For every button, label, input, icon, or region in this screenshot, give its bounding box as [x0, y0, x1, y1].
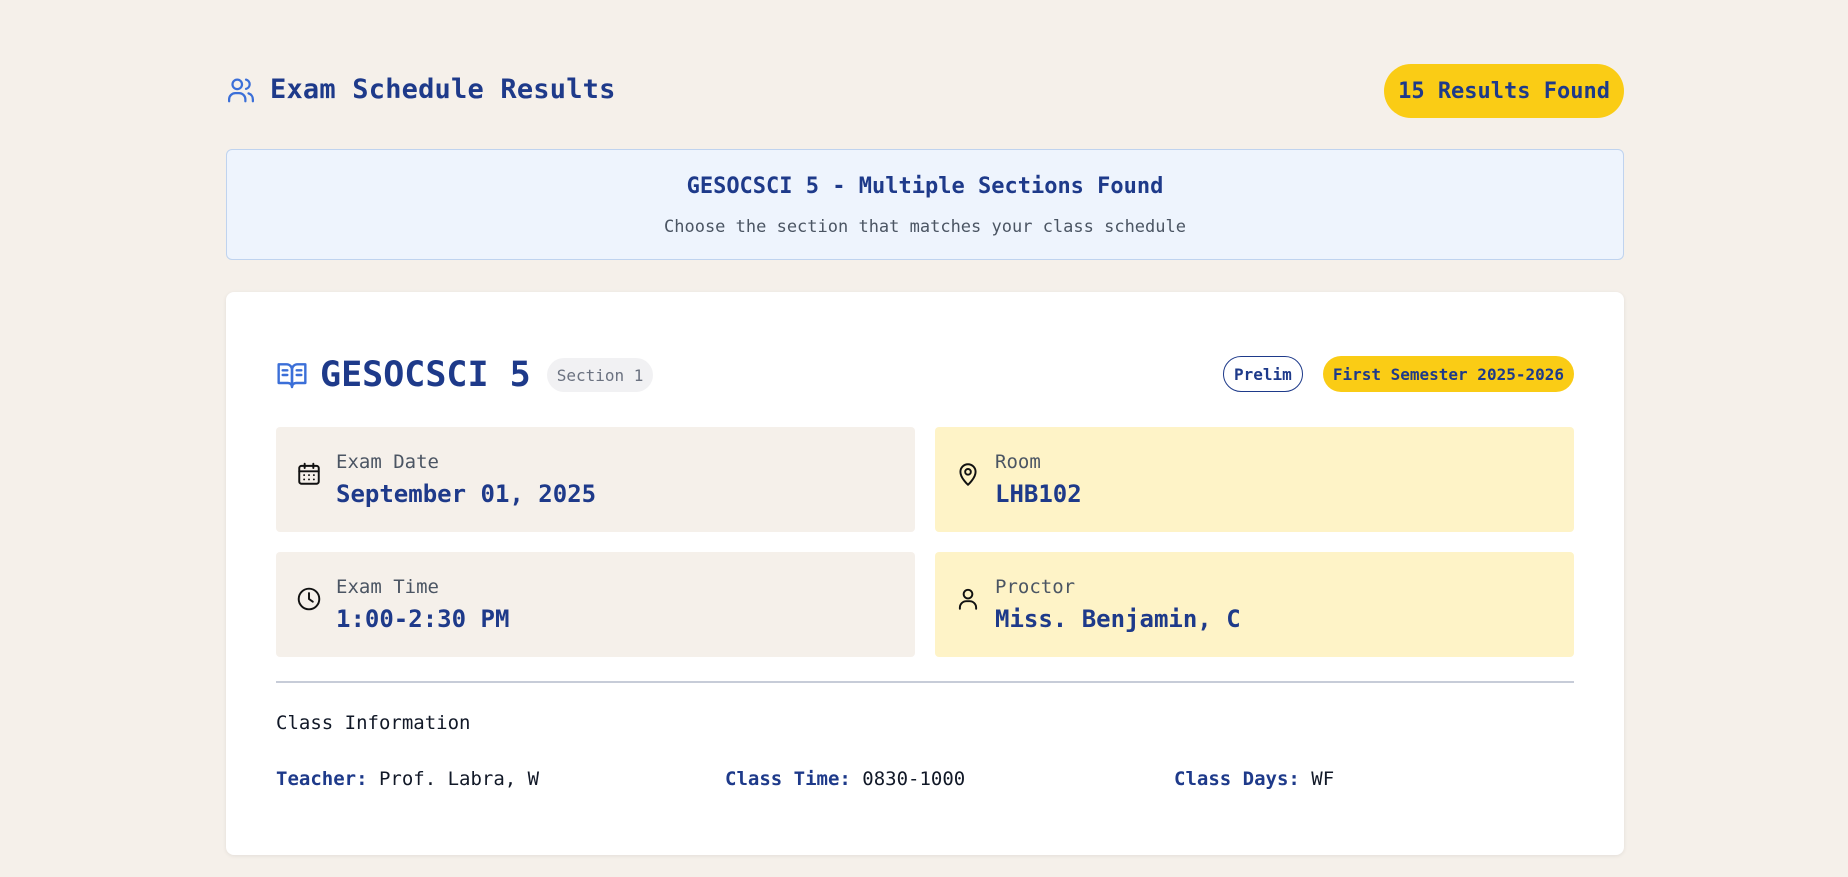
- teacher-value: Prof. Labra, W: [378, 768, 540, 790]
- teacher-label: Teacher:: [276, 768, 368, 790]
- exam-badges: Prelim First Semester 2025-2026: [1223, 356, 1574, 392]
- exam-date-value: September 01, 2025: [336, 480, 597, 508]
- proctor-box: Proctor Miss. Benjamin, C: [935, 552, 1574, 657]
- notice-subtitle: Choose the section that matches your cla…: [664, 217, 1186, 237]
- users-icon: [226, 75, 256, 105]
- course-code: GESOCSCI 5: [320, 355, 531, 395]
- proctor-value: Miss. Benjamin, C: [995, 605, 1241, 633]
- class-time-field: Class Time: 0830-1000: [725, 768, 965, 790]
- page-header: Exam Schedule Results 15 Results Found: [226, 64, 1624, 118]
- notice-title: GESOCSCI 5 - Multiple Sections Found: [686, 174, 1164, 199]
- exam-card: GESOCSCI 5 Section 1 Prelim First Semest…: [226, 292, 1624, 855]
- exam-date-label: Exam Date: [336, 451, 439, 473]
- class-days-field: Class Days: WF: [1174, 768, 1334, 790]
- user-icon: [955, 586, 981, 612]
- class-days-label: Class Days:: [1174, 768, 1300, 790]
- room-value: LHB102: [995, 480, 1082, 508]
- proctor-label: Proctor: [995, 576, 1076, 598]
- results-count-badge: 15 Results Found: [1384, 64, 1624, 118]
- header-left: Exam Schedule Results: [226, 74, 616, 105]
- page-title: Exam Schedule Results: [270, 74, 616, 105]
- divider: [276, 681, 1574, 683]
- exam-date-box: Exam Date September 01, 2025: [276, 427, 915, 532]
- exam-time-label: Exam Time: [336, 576, 439, 598]
- semester-badge: First Semester 2025-2026: [1322, 356, 1574, 392]
- exam-type-badge: Prelim: [1223, 356, 1303, 392]
- class-days-value: WF: [1311, 768, 1335, 790]
- exam-time-box: Exam Time 1:00-2:30 PM: [276, 552, 915, 657]
- multiple-sections-notice: GESOCSCI 5 - Multiple Sections Found Cho…: [226, 149, 1624, 260]
- course-heading: GESOCSCI 5 Section 1: [276, 352, 654, 398]
- book-open-icon: [276, 359, 308, 391]
- exam-time-value: 1:00-2:30 PM: [336, 605, 510, 633]
- section-pill: Section 1: [546, 358, 654, 392]
- room-label: Room: [995, 451, 1041, 473]
- class-time-value: 0830-1000: [862, 768, 966, 790]
- class-time-label: Class Time:: [725, 768, 851, 790]
- clock-icon: [296, 586, 322, 612]
- room-box: Room LHB102: [935, 427, 1574, 532]
- class-info-title: Class Information: [276, 712, 471, 734]
- map-pin-icon: [955, 461, 981, 487]
- calendar-icon: [296, 461, 322, 487]
- teacher-field: Teacher: Prof. Labra, W: [276, 768, 539, 790]
